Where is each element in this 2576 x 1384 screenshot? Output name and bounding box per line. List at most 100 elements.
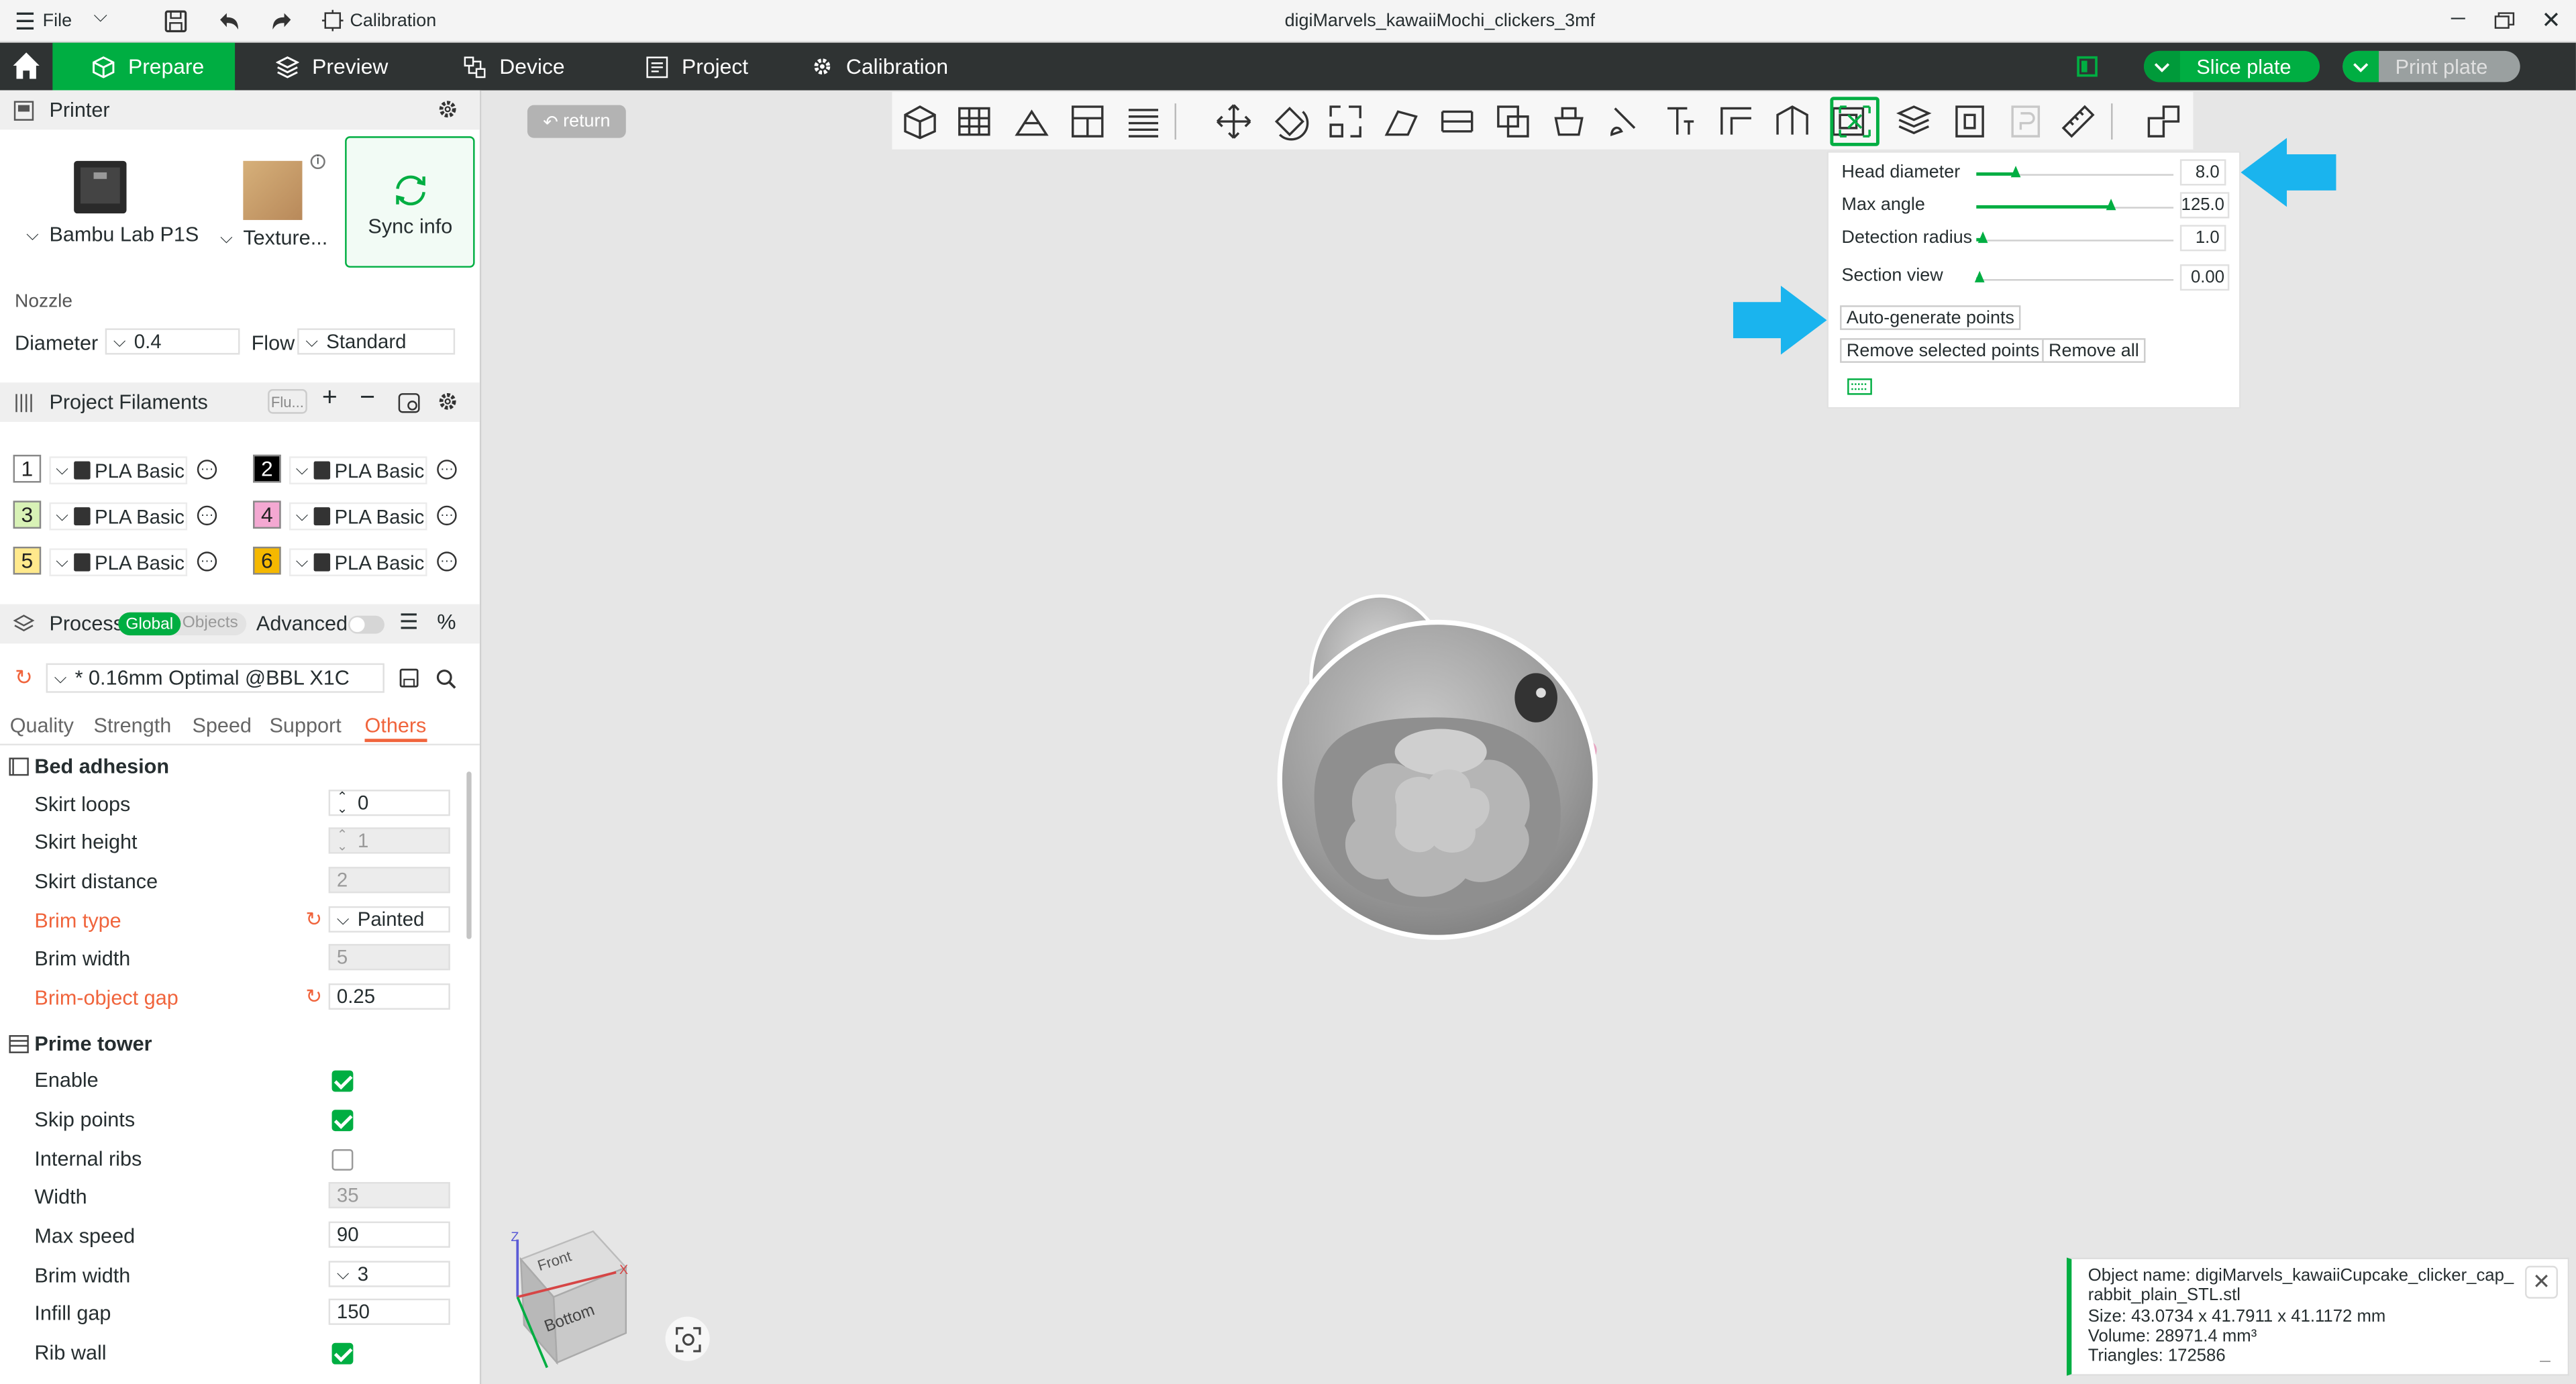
tab-project[interactable]: Project: [646, 43, 748, 91]
save-icon[interactable]: [399, 668, 419, 688]
collapse-icon[interactable]: ─: [2540, 1351, 2551, 1371]
max-angle-input[interactable]: 125.0: [2179, 192, 2230, 219]
global-objects-toggle[interactable]: Global Objects: [118, 612, 247, 636]
filament-slot-number[interactable]: 4: [253, 500, 281, 529]
cut-icon[interactable]: [1433, 97, 1482, 146]
brim-type-select[interactable]: ⌵ Painted: [328, 906, 450, 933]
rotate-icon[interactable]: [1265, 97, 1314, 146]
enable-checkbox[interactable]: [331, 1070, 354, 1092]
max-angle-slider-thumb[interactable]: [2106, 199, 2116, 211]
ruler-icon[interactable]: [2053, 97, 2102, 146]
max-speed-input[interactable]: 90: [328, 1221, 450, 1248]
add-filament-icon[interactable]: +: [322, 384, 338, 414]
reset-icon[interactable]: ↻: [15, 665, 33, 691]
minimize-icon[interactable]: ─: [2451, 7, 2465, 30]
stepper-icon[interactable]: ⌃ ⌄: [337, 790, 348, 815]
gear-icon[interactable]: [437, 390, 458, 412]
toggle-global[interactable]: Global: [118, 612, 181, 636]
process-tab-strength[interactable]: Strength: [94, 714, 172, 737]
chevron-down-icon[interactable]: [2144, 50, 2180, 83]
camera-button[interactable]: [665, 1316, 710, 1361]
process-tab-quality[interactable]: Quality: [10, 714, 74, 737]
text-icon[interactable]: [1656, 97, 1705, 146]
reset-icon[interactable]: ↻: [305, 908, 322, 930]
lay-on-face-icon[interactable]: [1377, 97, 1426, 146]
filament-options-icon[interactable]: ···: [437, 460, 457, 480]
move-icon[interactable]: [1209, 97, 1258, 146]
filament-select[interactable]: ⌵ PLA Basic: [49, 456, 188, 484]
view-cube[interactable]: Front Bottom Z X: [501, 1223, 649, 1379]
filament-slot-number[interactable]: 6: [253, 546, 281, 575]
filament-select[interactable]: ⌵ PLA Basic: [289, 502, 427, 531]
flush-button[interactable]: Flu...: [268, 388, 307, 414]
remove-filament-icon[interactable]: −: [360, 384, 375, 414]
scale-icon[interactable]: [1321, 97, 1370, 146]
process-preset-select[interactable]: ⌵ * 0.16mm Optimal @BBL X1C: [46, 663, 384, 693]
section-view-slider-thumb[interactable]: [1974, 270, 1985, 282]
flow-select[interactable]: ⌵ Standard: [297, 328, 456, 355]
arrange-icon[interactable]: [1063, 97, 1112, 146]
info-icon[interactable]: i: [310, 154, 325, 170]
process-tab-others[interactable]: Others: [364, 714, 427, 743]
plate-icon[interactable]: [2077, 56, 2098, 77]
calibration-shortcut[interactable]: Calibration: [350, 11, 436, 31]
list-icon[interactable]: ☰: [399, 609, 419, 635]
skirt-loops-input[interactable]: ⌃ ⌄ 0: [328, 790, 450, 816]
advanced-switch[interactable]: [348, 615, 384, 634]
calibration-icon[interactable]: [321, 9, 344, 32]
section-view-input[interactable]: 0.00: [2179, 264, 2230, 291]
home-icon[interactable]: [11, 51, 41, 81]
close-icon[interactable]: ✕: [2525, 1265, 2559, 1299]
process-tab-speed[interactable]: Speed: [192, 714, 252, 737]
scrollbar[interactable]: [466, 771, 472, 939]
head-diameter-input[interactable]: 8.0: [2179, 159, 2226, 186]
add-plate-icon[interactable]: [951, 97, 1000, 146]
filament-options-icon[interactable]: ···: [437, 505, 457, 526]
boolean-icon[interactable]: [1488, 97, 1537, 146]
process-tab-support[interactable]: Support: [270, 714, 342, 737]
gear-icon[interactable]: [437, 99, 458, 120]
skip-points-checkbox[interactable]: [331, 1110, 354, 1132]
seam-icon[interactable]: [1767, 97, 1816, 146]
filament-options-icon[interactable]: ···: [197, 460, 217, 480]
chevron-down-icon[interactable]: ⌵: [220, 230, 233, 248]
remove-selected-points-button[interactable]: Remove selected points: [1840, 338, 2047, 363]
detection-radius-input[interactable]: 1.0: [2179, 225, 2226, 252]
filament-options-icon[interactable]: ···: [437, 551, 457, 572]
hamburger-icon[interactable]: ☰: [15, 8, 36, 36]
printer-card[interactable]: ⌵ Bambu Lab P1S: [8, 136, 205, 268]
internal-ribs-checkbox[interactable]: [331, 1149, 354, 1171]
percent-icon[interactable]: %: [437, 609, 456, 634]
auto-orient-icon[interactable]: [1007, 97, 1056, 146]
filament-slot-number[interactable]: 3: [13, 500, 42, 529]
skirt-distance-input[interactable]: 2: [328, 867, 450, 894]
slice-plate-button[interactable]: Slice plate: [2144, 50, 2320, 83]
skirt-height-input[interactable]: ⌃ ⌄ 1: [328, 827, 450, 854]
split-layers-icon[interactable]: [1119, 97, 1168, 146]
reset-icon[interactable]: ↻: [305, 985, 322, 1008]
rib-wall-checkbox[interactable]: [331, 1342, 354, 1365]
head-diameter-slider-thumb[interactable]: [2010, 166, 2021, 178]
redo-icon[interactable]: [270, 10, 295, 33]
add-object-icon[interactable]: [895, 97, 944, 146]
filament-slot-number[interactable]: 2: [253, 454, 281, 483]
support-points-icon[interactable]: [1830, 97, 1879, 146]
print-plate-button[interactable]: Print plate: [2342, 50, 2520, 83]
brim-width-input[interactable]: 5: [328, 944, 450, 971]
brim-gap-input[interactable]: 0.25: [328, 983, 450, 1010]
chevron-down-icon[interactable]: ⌵: [26, 227, 39, 245]
filament-slot-number[interactable]: 5: [13, 546, 42, 575]
tower-brim-width-select[interactable]: ⌵ 3: [328, 1261, 450, 1287]
nozzle-diameter-select[interactable]: ⌵ 0.4: [105, 328, 240, 355]
tab-preview[interactable]: Preview: [276, 43, 388, 91]
assembly-icon[interactable]: [2139, 97, 2188, 146]
return-button[interactable]: ↶ return: [527, 105, 626, 138]
stepper-icon[interactable]: ⌃ ⌄: [337, 829, 348, 853]
remove-all-button[interactable]: Remove all: [2042, 338, 2146, 363]
placeholder-icon[interactable]: [2001, 97, 2050, 146]
tab-device[interactable]: Device: [463, 43, 565, 91]
tab-prepare[interactable]: Prepare: [52, 42, 236, 91]
detection-radius-slider-thumb[interactable]: [1977, 231, 1988, 244]
chevron-down-icon[interactable]: [2342, 50, 2379, 83]
filament-sync-icon[interactable]: [397, 392, 420, 414]
